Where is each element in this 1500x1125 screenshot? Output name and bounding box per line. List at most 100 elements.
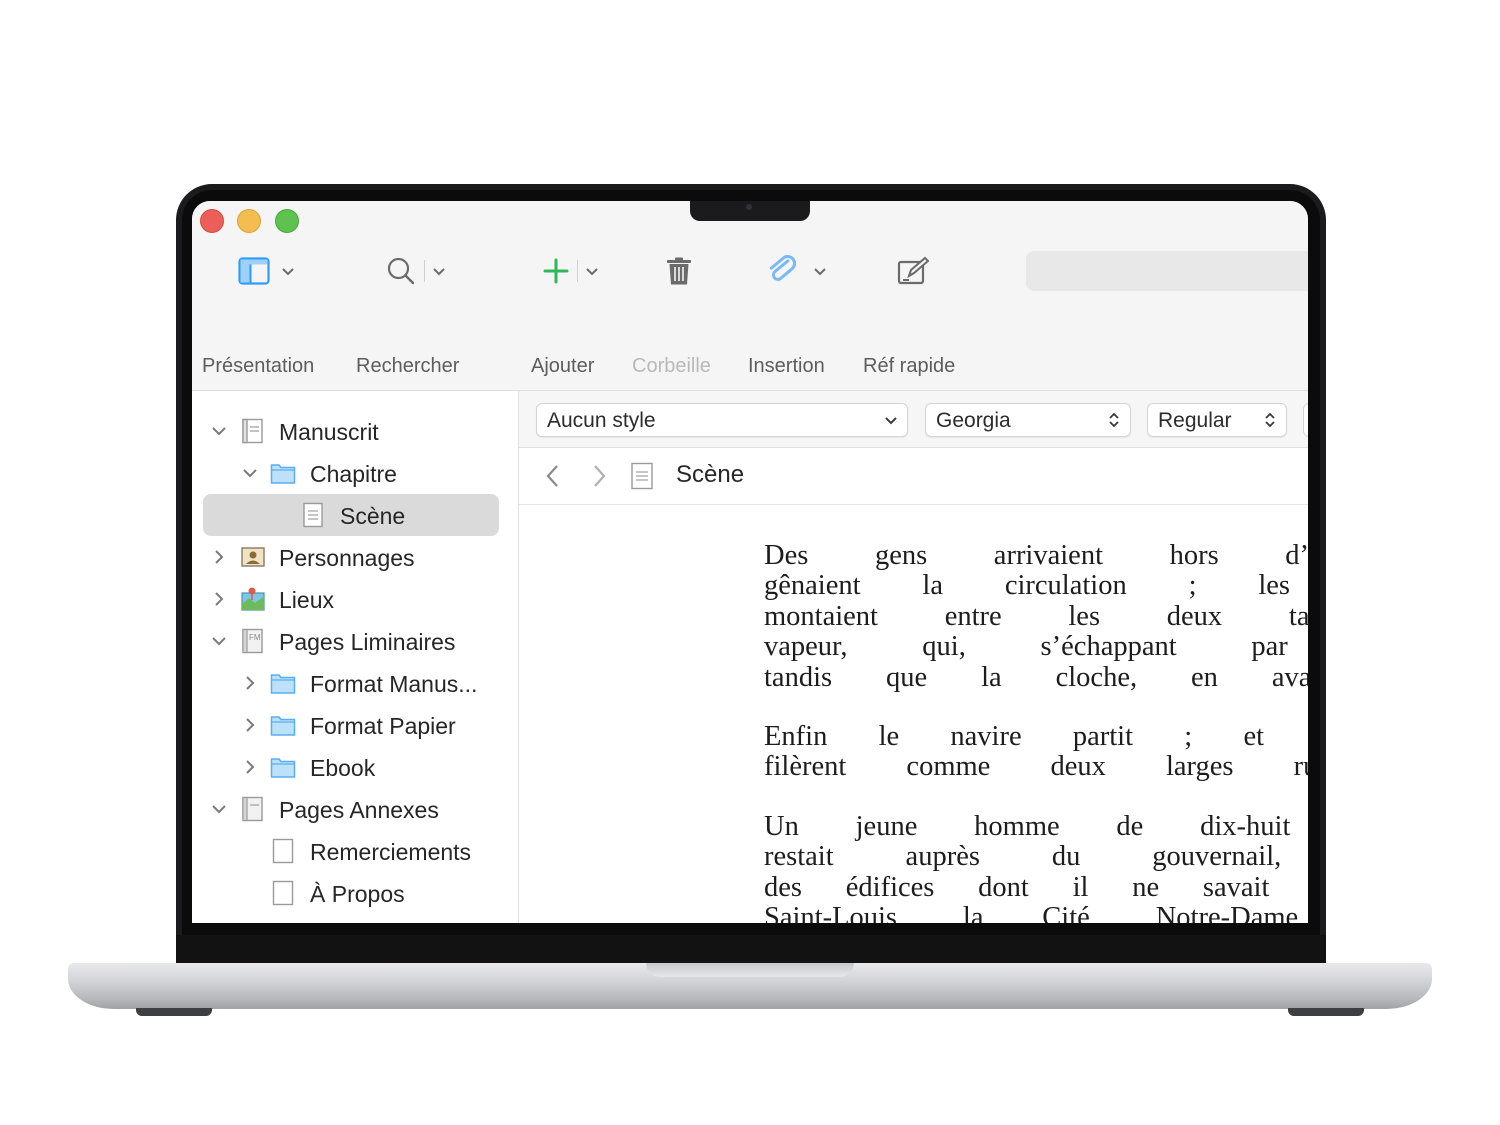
add-label: Ajouter — [531, 355, 595, 377]
camera-icon — [746, 204, 752, 210]
chevron-down-icon — [814, 268, 826, 276]
binder-item-label: Manuscrit — [279, 419, 379, 445]
binder-item-label: Lieux — [279, 587, 334, 613]
trash-button[interactable]: Corbeille — [632, 253, 724, 377]
binder-item-label: Pages Annexes — [279, 797, 439, 823]
svg-text:FM: FM — [249, 633, 261, 642]
chevron-right-icon[interactable] — [241, 716, 259, 734]
search-label: Rechercher — [356, 355, 460, 377]
text-line: Saint-Louis, la Cité, Notre-Dame ; et bi… — [764, 902, 1308, 923]
text-line: filèrent comme deux larges rubans que l’… — [764, 751, 1308, 783]
chevron-right-icon[interactable] — [241, 674, 259, 692]
folder-icon — [270, 464, 296, 484]
editor-text-area[interactable]: Des gens arrivaient hors d’haleine ; des… — [764, 540, 1308, 923]
minimize-window-button[interactable] — [237, 209, 261, 233]
chevron-right-icon[interactable] — [210, 548, 228, 566]
text-line: gênaient la circulation ; les matelots n… — [764, 570, 1308, 602]
blank-page-icon — [272, 838, 294, 864]
document-icon — [303, 502, 323, 528]
camera-notch — [690, 201, 810, 221]
folder-icon — [270, 674, 296, 694]
quickref-button[interactable]: Réf rapide — [863, 253, 973, 377]
binder-item-ebook[interactable]: Ebook — [192, 746, 518, 788]
format-bar: Aucun style Georgia Regular — [519, 391, 1308, 448]
font-family-value: Georgia — [936, 409, 1011, 432]
forward-arrow-icon[interactable] — [589, 463, 609, 489]
binder-item-personnages[interactable]: Personnages — [192, 536, 518, 578]
chevron-right-icon[interactable] — [210, 590, 228, 608]
paragraph: Des gens arrivaient hors d’haleine ; des… — [764, 540, 1308, 693]
toolbar-separator — [424, 260, 425, 282]
laptop-base-notch — [646, 963, 854, 977]
chevron-down-icon[interactable] — [241, 464, 259, 482]
toolbar: Présentation Rechercher Ajouter Corbeill… — [192, 201, 1308, 391]
binder-item-chapitre[interactable]: Chapitre — [192, 452, 518, 494]
binder-item-pages-liminaires[interactable]: FM Pages Liminaires — [192, 620, 518, 662]
binder-sidebar: Manuscrit Chapitre Scène Personnages Lie… — [192, 391, 519, 923]
font-family-select[interactable]: Georgia — [925, 403, 1131, 437]
binder-item-pages-annexes[interactable]: Pages Annexes — [192, 788, 518, 830]
back-arrow-icon[interactable] — [543, 463, 563, 489]
text-line: restait auprès du gouvernail, immobile. … — [764, 841, 1308, 873]
text-line: Enfin le navire partit ; et les deux ber… — [764, 721, 1308, 753]
paperclip-icon — [769, 255, 796, 281]
magnifier-icon — [387, 257, 415, 285]
folder-icon — [270, 716, 296, 736]
font-weight-select[interactable]: Regular — [1147, 403, 1287, 437]
text-line: Des gens arrivaient hors d’haleine ; des… — [764, 540, 1308, 571]
add-button[interactable]: Ajouter — [531, 253, 611, 377]
laptop-foot-right — [1288, 1008, 1364, 1016]
updown-arrows-icon — [1265, 412, 1275, 428]
paragraph: Enfin le navire partit ; et les deux ber… — [764, 721, 1308, 783]
binder-item-format-papier[interactable]: Format Papier — [192, 704, 518, 746]
chevron-down-icon[interactable] — [210, 800, 228, 818]
insertion-label: Insertion — [748, 355, 825, 377]
insertion-button[interactable]: Insertion — [748, 253, 840, 377]
draft-folder-icon — [242, 418, 263, 444]
folder-icon — [270, 758, 296, 778]
presentation-button[interactable]: Présentation — [202, 253, 332, 377]
binder-item-label: Scène — [340, 503, 406, 529]
toolbar-separator — [577, 260, 578, 282]
zoom-window-button[interactable] — [275, 209, 299, 233]
plus-icon — [543, 258, 569, 284]
paragraph: Un jeune homme de dix-huit ans, à longs … — [764, 810, 1308, 923]
chevron-right-icon[interactable] — [241, 758, 259, 776]
style-select[interactable]: Aucun style — [536, 403, 908, 437]
text-line: montaient entre les deux tambours, et le… — [764, 600, 1308, 632]
binder-item-scene[interactable]: Scène — [192, 494, 518, 536]
text-line: tandis que la cloche, en avant, tintait … — [764, 661, 1308, 693]
toolbar-search-field[interactable] — [1026, 251, 1308, 291]
front-matter-icon: FM — [242, 628, 263, 654]
blank-page-icon — [272, 880, 294, 906]
binder-item-lieux[interactable]: Lieux — [192, 578, 518, 620]
trash-icon — [667, 257, 691, 285]
text-line: Un jeune homme de dix-huit ans, à longs … — [764, 810, 1308, 842]
font-weight-value: Regular — [1158, 409, 1232, 432]
binder-item-label: Chapitre — [310, 461, 397, 487]
quickref-label: Réf rapide — [863, 355, 956, 377]
binder-item-format-manus[interactable]: Format Manus... — [192, 662, 518, 704]
text-line: vapeur, qui, s’échappant par des plaques… — [764, 631, 1308, 663]
font-size-select[interactable] — [1303, 403, 1308, 437]
compose-icon — [897, 256, 930, 285]
binder-item-manuscrit[interactable]: Manuscrit — [192, 410, 518, 452]
binder-item-label: Ebook — [310, 755, 376, 781]
binder-item-remerciements[interactable]: Remerciements — [192, 830, 518, 872]
places-icon — [241, 587, 265, 611]
updown-arrows-icon — [1109, 412, 1119, 428]
chevron-down-icon — [586, 268, 598, 276]
chevron-down-icon — [433, 268, 445, 276]
laptop-chin — [176, 935, 1326, 965]
binder-item-a-propos[interactable]: À Propos — [192, 872, 518, 914]
presentation-label: Présentation — [202, 355, 315, 377]
style-select-value: Aucun style — [547, 409, 656, 432]
chevron-down-icon[interactable] — [210, 422, 228, 440]
trash-label: Corbeille — [632, 355, 711, 377]
chevron-down-icon[interactable] — [210, 632, 228, 650]
laptop-foot-left — [136, 1008, 212, 1016]
close-window-button[interactable] — [200, 209, 224, 233]
search-button[interactable]: Rechercher — [356, 253, 476, 377]
binder-item-label: Personnages — [279, 545, 415, 571]
app-window: Présentation Rechercher Ajouter Corbeill… — [192, 201, 1308, 923]
